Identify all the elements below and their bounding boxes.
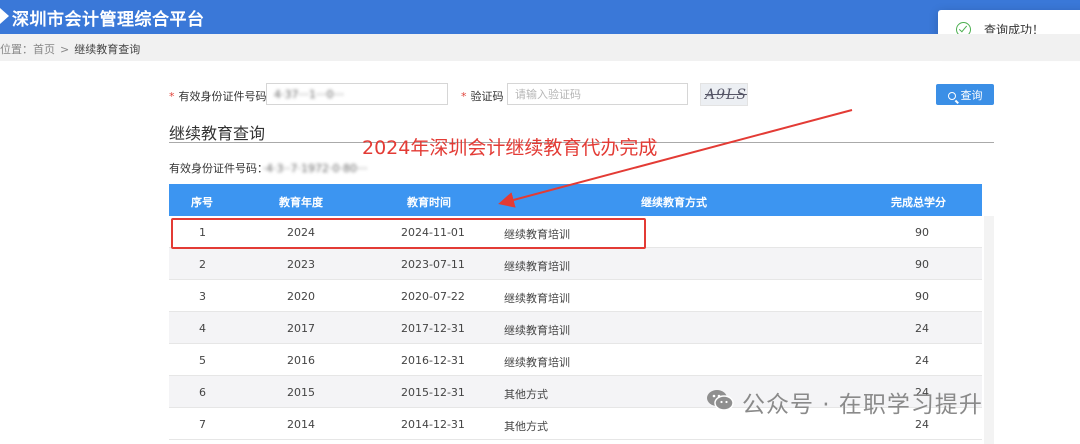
cell-method: 继续教育培训 (504, 260, 570, 273)
captcha-image[interactable]: A9LS (700, 83, 748, 106)
cell-method: 其他方式 (504, 420, 548, 433)
header-year: 教育年度 (279, 196, 323, 209)
cell-year: 2016 (287, 354, 315, 367)
breadcrumb-current: 继续教育查询 (74, 43, 141, 56)
cell-year: 2020 (287, 290, 315, 303)
cell-credits: 24 (915, 354, 929, 367)
header-no: 序号 (191, 196, 213, 209)
cell-method: 其他方式 (504, 388, 548, 401)
cell-credits: 24 (915, 322, 929, 335)
cell-date: 2014-12-31 (401, 418, 465, 431)
table-row: 2 2023 2023-07-11 继续教育培训 90 (169, 248, 982, 280)
cell-credits: 90 (915, 290, 929, 303)
cell-no: 7 (199, 418, 206, 431)
breadcrumb: 位置：首页 > 继续教育查询 (0, 34, 1080, 61)
annotation-text: 2024年深圳会计继续教育代办完成 (362, 137, 658, 159)
table-scrollbar[interactable] (984, 216, 994, 444)
cell-year: 2015 (287, 386, 315, 399)
breadcrumb-home-link[interactable]: 首页 (33, 43, 55, 56)
cell-no: 5 (199, 354, 206, 367)
header-credits: 完成总学分 (891, 196, 946, 209)
cell-no: 2 (199, 258, 206, 271)
top-header-bar: 深圳市会计管理综合平台 (0, 0, 1080, 34)
table-row: 3 2020 2020-07-22 继续教育培训 90 (169, 280, 982, 312)
watermark-text: 公众号 · 在职学习提升 (742, 392, 983, 418)
cell-year: 2023 (287, 258, 315, 271)
cell-method: 继续教育培训 (504, 292, 570, 305)
cell-no: 6 (199, 386, 206, 399)
logo-icon (0, 8, 9, 24)
header-date: 教育时间 (407, 196, 451, 209)
query-button[interactable]: 查询 (936, 84, 994, 105)
breadcrumb-separator: > (60, 43, 70, 56)
cell-method: 继续教育培训 (504, 324, 570, 337)
cell-credits: 90 (915, 258, 929, 271)
cell-year: 2017 (287, 322, 315, 335)
cell-no: 4 (199, 322, 206, 335)
captcha-input[interactable] (507, 83, 688, 105)
table-header: 序号 教育年度 教育时间 继续教育方式 完成总学分 (169, 184, 982, 216)
cell-date: 2023-07-11 (401, 258, 465, 271)
cell-date: 2017-12-31 (401, 322, 465, 335)
captcha-label: * 验证码 (461, 90, 504, 103)
search-icon (947, 91, 956, 100)
cell-no: 3 (199, 290, 206, 303)
cell-method: 继续教育培训 (504, 356, 570, 369)
wechat-icon (707, 390, 734, 411)
annotation-highlight-box (171, 218, 646, 249)
id-number-label: * 有效身份证件号码 (169, 90, 267, 103)
result-id-value: ·4·3··7·1972·0·80··· (262, 162, 368, 175)
section-title: 继续教育查询 (169, 124, 266, 143)
cell-credits: 90 (915, 226, 929, 239)
cell-year: 2014 (287, 418, 315, 431)
breadcrumb-prefix: 位置： (0, 43, 33, 56)
header-method: 继续教育方式 (641, 196, 707, 209)
cell-date: 2020-07-22 (401, 290, 465, 303)
cell-date: 2015-12-31 (401, 386, 465, 399)
cell-credits: 24 (915, 418, 929, 431)
cell-date: 2016-12-31 (401, 354, 465, 367)
id-number-input[interactable]: 4·37···1···0··· (266, 83, 448, 105)
table-row: 4 2017 2017-12-31 继续教育培训 24 (169, 312, 982, 344)
table-row: 5 2016 2016-12-31 继续教育培训 24 (169, 344, 982, 376)
app-title: 深圳市会计管理综合平台 (12, 10, 205, 30)
result-id-line: 有效身份证件号码：·4·3··7·1972·0·80··· (169, 162, 368, 175)
